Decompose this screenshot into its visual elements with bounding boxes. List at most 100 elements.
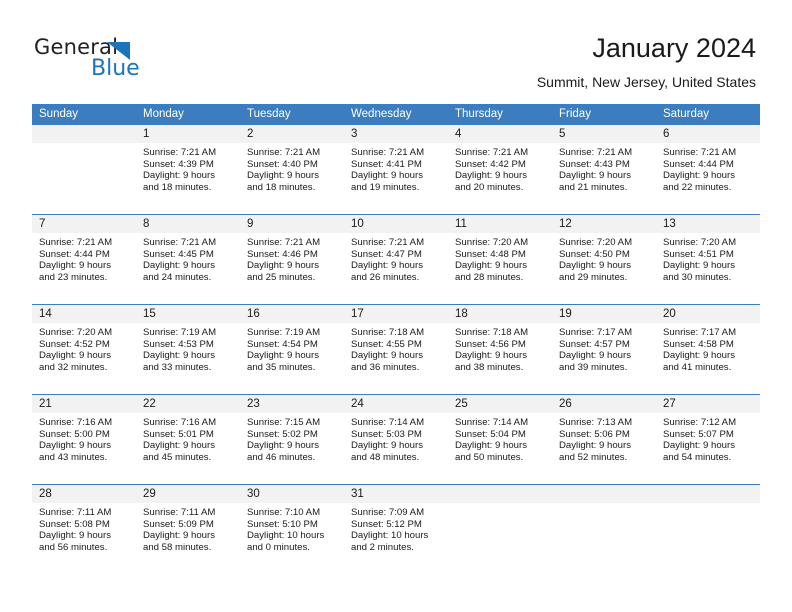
day-cell[interactable]: 13 Sunrise: 7:20 AM Sunset: 4:51 PM Dayligh… (656, 215, 760, 304)
logo-text-general: General (34, 35, 119, 59)
daylight-text-line1: Daylight: 9 hours (663, 260, 735, 272)
day-cell[interactable]: 17 Sunrise: 7:18 AM Sunset: 4:55 PM Dayligh… (344, 305, 448, 394)
sunset-text: Sunset: 4:56 PM (455, 338, 526, 350)
calendar-week-row: 7 Sunrise: 7:21 AM Sunset: 4:44 PM Daylight… (32, 214, 760, 304)
day-number: 6 (656, 125, 760, 143)
day-info: Sunrise: 7:21 AM Sunset: 4:42 PM Daylight:… (448, 143, 552, 193)
sunrise-text: Sunrise: 7:21 AM (143, 147, 217, 158)
day-info: Sunrise: 7:13 AM Sunset: 5:06 PM Daylight:… (552, 413, 656, 463)
day-cell[interactable]: 21 Sunrise: 7:16 AM Sunset: 5:00 PM Dayligh… (32, 395, 136, 484)
daylight-text-line2: and 56 minutes. (39, 541, 108, 553)
day-cell[interactable]: 8 Sunrise: 7:21 AM Sunset: 4:45 PM Daylight… (136, 215, 240, 304)
daylight-text-line2: and 0 minutes. (247, 541, 310, 553)
day-number: 15 (136, 305, 240, 323)
weekday-header-thursday: Thursday (455, 108, 503, 120)
day-cell[interactable]: 1 Sunrise: 7:21 AM Sunset: 4:39 PM Daylight… (136, 125, 240, 214)
day-cell[interactable]: 16 Sunrise: 7:19 AM Sunset: 4:54 PM Dayligh… (240, 305, 344, 394)
sunset-text: Sunset: 4:44 PM (663, 158, 734, 170)
sunset-text: Sunset: 4:47 PM (351, 248, 422, 260)
day-number: 8 (136, 215, 240, 233)
day-number: 28 (32, 485, 136, 503)
sunset-text: Sunset: 5:07 PM (663, 428, 734, 440)
day-info: Sunrise: 7:10 AM Sunset: 5:10 PM Daylight:… (240, 503, 344, 553)
day-info: Sunrise: 7:20 AM Sunset: 4:48 PM Daylight:… (448, 233, 552, 283)
weekday-header-monday: Monday (143, 108, 184, 120)
day-number: 17 (344, 305, 448, 323)
daylight-text-line1: Daylight: 9 hours (247, 350, 319, 362)
daylight-text-line2: and 23 minutes. (39, 271, 108, 283)
day-number: 29 (136, 485, 240, 503)
weekday-header-friday: Friday (559, 108, 591, 120)
day-info: Sunrise: 7:15 AM Sunset: 5:02 PM Daylight:… (240, 413, 344, 463)
day-cell[interactable]: 9 Sunrise: 7:21 AM Sunset: 4:46 PM Daylight… (240, 215, 344, 304)
day-info: Sunrise: 7:21 AM Sunset: 4:44 PM Daylight:… (656, 143, 760, 193)
sunset-text: Sunset: 4:55 PM (351, 338, 422, 350)
sunrise-text: Sunrise: 7:12 AM (663, 417, 737, 428)
day-cell[interactable]: 2 Sunrise: 7:21 AM Sunset: 4:40 PM Daylight… (240, 125, 344, 214)
day-cell[interactable]: 11 Sunrise: 7:20 AM Sunset: 4:48 PM Dayligh… (448, 215, 552, 304)
sunrise-text: Sunrise: 7:13 AM (559, 417, 633, 428)
daylight-text-line1: Daylight: 9 hours (663, 350, 735, 362)
daylight-text-line1: Daylight: 9 hours (143, 440, 215, 452)
day-info: Sunrise: 7:11 AM Sunset: 5:09 PM Daylight:… (136, 503, 240, 553)
day-cell[interactable]: 6 Sunrise: 7:21 AM Sunset: 4:44 PM Daylight… (656, 125, 760, 214)
day-cell[interactable]: 7 Sunrise: 7:21 AM Sunset: 4:44 PM Daylight… (32, 215, 136, 304)
day-number: 12 (552, 215, 656, 233)
day-cell[interactable]: 19 Sunrise: 7:17 AM Sunset: 4:57 PM Dayligh… (552, 305, 656, 394)
day-number: 7 (32, 215, 136, 233)
day-cell[interactable]: 30 Sunrise: 7:10 AM Sunset: 5:10 PM Dayligh… (240, 485, 344, 574)
day-cell[interactable]: 31 Sunrise: 7:09 AM Sunset: 5:12 PM Dayligh… (344, 485, 448, 574)
sunset-text: Sunset: 5:08 PM (39, 518, 110, 530)
daylight-text-line1: Daylight: 9 hours (559, 170, 631, 182)
sunset-text: Sunset: 4:50 PM (559, 248, 630, 260)
day-info: Sunrise: 7:17 AM Sunset: 4:58 PM Daylight:… (656, 323, 760, 373)
day-cell[interactable]: 27 Sunrise: 7:12 AM Sunset: 5:07 PM Dayligh… (656, 395, 760, 484)
day-cell[interactable]: 20 Sunrise: 7:17 AM Sunset: 4:58 PM Dayligh… (656, 305, 760, 394)
daylight-text-line1: Daylight: 9 hours (455, 350, 527, 362)
daylight-text-line1: Daylight: 9 hours (559, 350, 631, 362)
day-cell[interactable]: 28 Sunrise: 7:11 AM Sunset: 5:08 PM Dayligh… (32, 485, 136, 574)
sunset-text: Sunset: 5:12 PM (351, 518, 422, 530)
day-cell[interactable]: 22 Sunrise: 7:16 AM Sunset: 5:01 PM Dayligh… (136, 395, 240, 484)
sunrise-text: Sunrise: 7:20 AM (663, 237, 737, 248)
daylight-text-line1: Daylight: 9 hours (351, 440, 423, 452)
sunrise-text: Sunrise: 7:18 AM (455, 327, 529, 338)
day-cell[interactable]: 4 Sunrise: 7:21 AM Sunset: 4:42 PM Daylight… (448, 125, 552, 214)
sunrise-text: Sunrise: 7:11 AM (143, 507, 216, 518)
day-cell[interactable]: 29 Sunrise: 7:11 AM Sunset: 5:09 PM Dayligh… (136, 485, 240, 574)
day-cell[interactable]: 15 Sunrise: 7:19 AM Sunset: 4:53 PM Dayligh… (136, 305, 240, 394)
day-cell[interactable]: 26 Sunrise: 7:13 AM Sunset: 5:06 PM Dayligh… (552, 395, 656, 484)
calendar-week-row: 28 Sunrise: 7:11 AM Sunset: 5:08 PM Dayligh… (32, 484, 760, 574)
day-cell[interactable]: 24 Sunrise: 7:14 AM Sunset: 5:03 PM Dayligh… (344, 395, 448, 484)
daylight-text-line1: Daylight: 9 hours (663, 170, 735, 182)
day-info: Sunrise: 7:19 AM Sunset: 4:54 PM Daylight:… (240, 323, 344, 373)
daylight-text-line2: and 18 minutes. (247, 181, 316, 193)
day-cell[interactable]: 18 Sunrise: 7:18 AM Sunset: 4:56 PM Dayligh… (448, 305, 552, 394)
sunrise-text: Sunrise: 7:14 AM (351, 417, 425, 428)
day-cell[interactable]: 10 Sunrise: 7:21 AM Sunset: 4:47 PM Dayligh… (344, 215, 448, 304)
daylight-text-line2: and 29 minutes. (559, 271, 628, 283)
day-info: Sunrise: 7:18 AM Sunset: 4:56 PM Daylight:… (448, 323, 552, 373)
daylight-text-line1: Daylight: 10 hours (351, 530, 429, 542)
day-cell[interactable]: 14 Sunrise: 7:20 AM Sunset: 4:52 PM Dayligh… (32, 305, 136, 394)
day-number: 10 (344, 215, 448, 233)
day-number: 26 (552, 395, 656, 413)
sunrise-text: Sunrise: 7:21 AM (663, 147, 737, 158)
calendar-week-row: 14 Sunrise: 7:20 AM Sunset: 4:52 PM Dayligh… (32, 304, 760, 394)
sunrise-text: Sunrise: 7:21 AM (455, 147, 529, 158)
day-info: Sunrise: 7:16 AM Sunset: 5:00 PM Daylight:… (32, 413, 136, 463)
sunset-text: Sunset: 4:40 PM (247, 158, 318, 170)
day-cell[interactable]: 3 Sunrise: 7:21 AM Sunset: 4:41 PM Daylight… (344, 125, 448, 214)
day-info: Sunrise: 7:20 AM Sunset: 4:51 PM Daylight:… (656, 233, 760, 283)
day-info: Sunrise: 7:11 AM Sunset: 5:08 PM Daylight:… (32, 503, 136, 553)
sunrise-text: Sunrise: 7:21 AM (559, 147, 633, 158)
day-cell[interactable]: 23 Sunrise: 7:15 AM Sunset: 5:02 PM Dayligh… (240, 395, 344, 484)
day-info: Sunrise: 7:21 AM Sunset: 4:43 PM Daylight:… (552, 143, 656, 193)
day-cell[interactable]: 5 Sunrise: 7:21 AM Sunset: 4:43 PM Daylight… (552, 125, 656, 214)
calendar-week-inner: 21 Sunrise: 7:16 AM Sunset: 5:00 PM Dayligh… (32, 395, 760, 484)
calendar-week-row: 1 Sunrise: 7:21 AM Sunset: 4:39 PM Daylight… (32, 125, 760, 214)
day-cell[interactable]: 12 Sunrise: 7:20 AM Sunset: 4:50 PM Dayligh… (552, 215, 656, 304)
day-cell[interactable]: 25 Sunrise: 7:14 AM Sunset: 5:04 PM Dayligh… (448, 395, 552, 484)
sunset-text: Sunset: 4:53 PM (143, 338, 214, 350)
day-info: Sunrise: 7:12 AM Sunset: 5:07 PM Daylight:… (656, 413, 760, 463)
